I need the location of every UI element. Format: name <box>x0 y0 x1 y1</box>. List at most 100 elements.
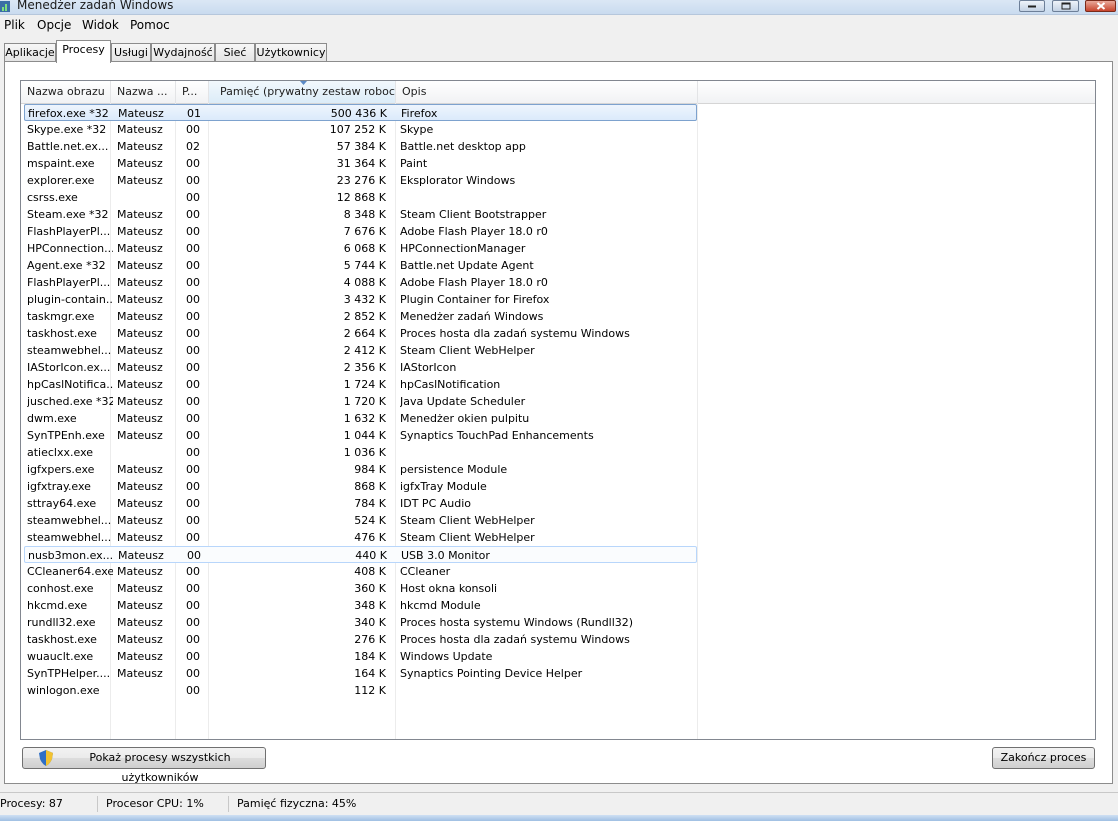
uac-shield-icon <box>39 750 53 766</box>
minimize-button[interactable] <box>1019 0 1045 12</box>
table-row[interactable]: dwm.exe Mateusz 00 1 632 K Menedżer okien pu… <box>24 410 697 427</box>
menu-opcje[interactable]: Opcje <box>37 18 71 32</box>
table-row[interactable]: FlashPlayerPl... Mateusz 00 7 676 K Adobe Fl… <box>24 223 697 240</box>
table-row[interactable]: HPConnection... Mateusz 00 6 068 K HPConnect… <box>24 240 697 257</box>
process-name: SynTPHelper.... <box>27 667 111 680</box>
tab-procesy[interactable]: Procesy <box>56 40 111 63</box>
process-name: Agent.exe *32 <box>27 259 106 272</box>
tab-strip: Aplikacje Procesy Usługi Wydajność Sieć … <box>4 40 1114 63</box>
menu-widok[interactable]: Widok <box>82 18 119 32</box>
process-memory: 408 K <box>354 565 386 578</box>
table-row[interactable]: steamwebhel... Mateusz 00 2 412 K Steam Clie… <box>24 342 697 359</box>
table-row[interactable]: taskhost.exe Mateusz 00 2 664 K Proces hosta… <box>24 325 697 342</box>
end-process-button[interactable]: Zakończ proces <box>992 747 1095 769</box>
table-row[interactable]: IAStorIcon.ex... Mateusz 00 2 356 K IAStorIc… <box>24 359 697 376</box>
table-row[interactable]: Battle.net.ex... Mateusz 02 57 384 K Battle.… <box>24 138 697 155</box>
menu-pomoc[interactable]: Pomoc <box>130 18 170 32</box>
table-row[interactable]: wuauclt.exe Mateusz 00 184 K Windows Update <box>24 648 697 665</box>
process-cpu: 00 <box>186 497 200 510</box>
table-row[interactable]: rundll32.exe Mateusz 00 340 K Proces hosta s… <box>24 614 697 631</box>
process-user: Mateusz <box>117 225 163 238</box>
column-header-desc[interactable]: Opis <box>396 81 698 103</box>
process-cpu: 00 <box>186 310 200 323</box>
table-row[interactable]: igfxtray.exe Mateusz 00 868 K igfxTray Modul… <box>24 478 697 495</box>
process-description: Java Update Scheduler <box>400 395 526 408</box>
table-row[interactable]: jusched.exe *32 Mateusz 00 1 720 K Java Upda… <box>24 393 697 410</box>
tab-wydajnosc[interactable]: Wydajność <box>151 43 215 62</box>
column-header-name[interactable]: Nazwa obrazu <box>21 81 111 103</box>
process-user: Mateusz <box>117 208 163 221</box>
process-cpu: 01 <box>187 107 201 120</box>
tab-siec[interactable]: Sieć <box>215 43 255 62</box>
process-list[interactable]: Nazwa obrazu Nazwa ... P... Pamięć (pryw… <box>20 80 1096 740</box>
table-row[interactable]: hpCaslNotifica... Mateusz 00 1 724 K hpCaslN… <box>24 376 697 393</box>
table-row[interactable]: plugin-contain... Mateusz 00 3 432 K Plugin … <box>24 291 697 308</box>
process-description: igfxTray Module <box>400 480 487 493</box>
table-row[interactable]: atieclxx.exe 00 1 036 K <box>24 444 697 461</box>
process-name: Battle.net.ex... <box>27 140 109 153</box>
tab-aplikacje[interactable]: Aplikacje <box>4 43 56 62</box>
table-row[interactable]: winlogon.exe 00 112 K <box>24 682 697 699</box>
close-button[interactable] <box>1085 0 1116 12</box>
table-row[interactable]: mspaint.exe Mateusz 00 31 364 K Paint <box>24 155 697 172</box>
process-user: Mateusz <box>117 412 163 425</box>
table-row[interactable]: SynTPHelper.... Mateusz 00 164 K Synaptics P… <box>24 665 697 682</box>
process-memory: 276 K <box>354 633 386 646</box>
process-user: Mateusz <box>117 616 163 629</box>
menu-bar: Plik Opcje Widok Pomoc <box>0 16 1118 36</box>
table-row[interactable]: Steam.exe *32 Mateusz 00 8 348 K Steam Clien… <box>24 206 697 223</box>
table-row[interactable]: CCleaner64.exe Mateusz 00 408 K CCleaner <box>24 563 697 580</box>
table-row[interactable]: steamwebhel... Mateusz 00 524 K Steam Client… <box>24 512 697 529</box>
table-row[interactable]: FlashPlayerPl... Mateusz 00 4 088 K Adobe Fl… <box>24 274 697 291</box>
table-row[interactable]: hkcmd.exe Mateusz 00 348 K hkcmd Module <box>24 597 697 614</box>
process-cpu: 00 <box>186 650 200 663</box>
process-description: Adobe Flash Player 18.0 r0 <box>400 225 548 238</box>
process-name: winlogon.exe <box>27 684 100 697</box>
process-cpu: 00 <box>186 242 200 255</box>
process-user: Mateusz <box>117 276 163 289</box>
table-row[interactable]: csrss.exe 00 12 868 K <box>24 189 697 206</box>
table-row[interactable]: steamwebhel... Mateusz 00 476 K Steam Client… <box>24 529 697 546</box>
process-name: conhost.exe <box>27 582 94 595</box>
process-cpu: 00 <box>186 480 200 493</box>
process-user: Mateusz <box>117 344 163 357</box>
process-memory: 1 044 K <box>343 429 386 442</box>
table-row[interactable]: SynTPEnh.exe Mateusz 00 1 044 K Synaptics To… <box>24 427 697 444</box>
table-row[interactable]: sttray64.exe Mateusz 00 784 K IDT PC Audio <box>24 495 697 512</box>
column-header-memory[interactable]: Pamięć (prywatny zestaw roboczy) <box>209 81 396 103</box>
table-row[interactable]: nusb3mon.ex... Mateusz 00 440 K USB 3.0 Moni… <box>24 546 697 563</box>
process-memory: 184 K <box>354 650 386 663</box>
column-header-cpu[interactable]: P... <box>176 81 209 103</box>
table-row[interactable]: Skype.exe *32 Mateusz 00 107 252 K Skype <box>24 121 697 138</box>
process-cpu: 00 <box>186 378 200 391</box>
title-bar: Menedżer zadań Windows <box>0 0 1118 15</box>
show-all-users-button[interactable]: Pokaż procesy wszystkich użytkowników <box>22 747 266 784</box>
table-row[interactable]: conhost.exe Mateusz 00 360 K Host okna konso… <box>24 580 697 597</box>
process-description: Eksplorator Windows <box>400 174 516 187</box>
table-row[interactable]: explorer.exe Mateusz 00 23 276 K Eksplorator… <box>24 172 697 189</box>
menu-plik[interactable]: Plik <box>4 18 25 32</box>
maximize-button[interactable] <box>1052 0 1079 12</box>
process-cpu: 00 <box>186 684 200 697</box>
process-cpu: 00 <box>186 463 200 476</box>
process-user: Mateusz <box>118 549 164 562</box>
tab-uzytkownicy[interactable]: Użytkownicy <box>255 43 327 62</box>
column-header-user[interactable]: Nazwa ... <box>111 81 176 103</box>
process-user: Mateusz <box>117 123 163 136</box>
table-row[interactable]: Agent.exe *32 Mateusz 00 5 744 K Battle.net … <box>24 257 697 274</box>
process-description: Windows Update <box>400 650 493 663</box>
tab-uslugi[interactable]: Usługi <box>111 43 151 62</box>
process-user: Mateusz <box>117 480 163 493</box>
process-description: Steam Client WebHelper <box>400 514 535 527</box>
table-row[interactable]: firefox.exe *32 Mateusz 01 500 436 K Firefox <box>24 104 697 121</box>
table-row[interactable]: taskmgr.exe Mateusz 00 2 852 K Menedżer zada… <box>24 308 697 325</box>
process-user: Mateusz <box>117 514 163 527</box>
table-row[interactable]: igfxpers.exe Mateusz 00 984 K persistence Mo… <box>24 461 697 478</box>
process-name: taskhost.exe <box>27 327 97 340</box>
process-name: IAStorIcon.ex... <box>27 361 111 374</box>
process-user: Mateusz <box>117 531 163 544</box>
process-memory: 4 088 K <box>343 276 386 289</box>
process-description: Battle.net Update Agent <box>400 259 534 272</box>
process-name: taskhost.exe <box>27 633 97 646</box>
table-row[interactable]: taskhost.exe Mateusz 00 276 K Proces hosta d… <box>24 631 697 648</box>
